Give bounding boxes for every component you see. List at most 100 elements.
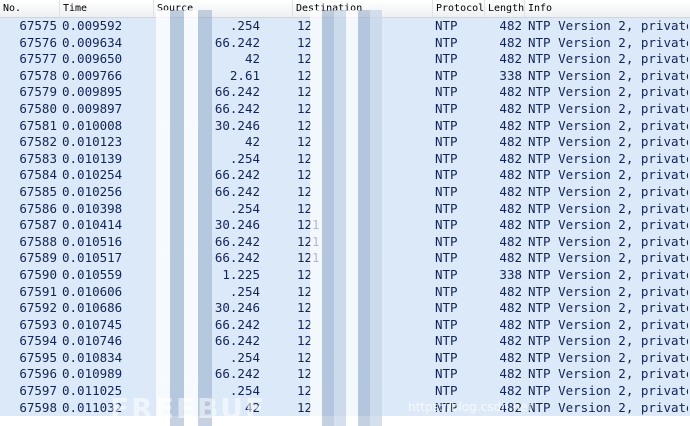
packet-number: 67580 bbox=[19, 100, 57, 116]
packet-time: 0.009634 bbox=[62, 34, 123, 50]
packet-protocol: NTP bbox=[435, 266, 458, 282]
packet-row[interactable]: 67583 0.010139 .254 12 NTP 482 NTP Version 2, … bbox=[0, 150, 690, 168]
packet-protocol: NTP bbox=[435, 300, 458, 316]
packet-time: 0.009895 bbox=[62, 84, 123, 100]
packet-info: NTP Version 2, private bbox=[528, 100, 688, 116]
packet-protocol: NTP bbox=[435, 134, 458, 150]
packet-destination: 12 bbox=[297, 100, 313, 116]
packet-number: 67594 bbox=[19, 333, 57, 349]
packet-time: 0.010606 bbox=[62, 283, 123, 299]
packet-destination: 12 bbox=[297, 333, 313, 349]
packet-row[interactable]: 67581 0.010008 30.246 12 NTP 482 NTP Version 2… bbox=[0, 117, 690, 135]
column-header-protocol[interactable]: Protocol bbox=[433, 0, 485, 17]
packet-row[interactable]: 67575 0.009592 .254 12 NTP 482 NTP Version 2, … bbox=[0, 18, 690, 35]
column-header-source[interactable]: Source bbox=[154, 0, 293, 17]
packet-destination: 12 bbox=[297, 18, 313, 33]
packet-row[interactable]: 67576 0.009634 66.242 12 NTP 482 NTP Version 2… bbox=[0, 34, 690, 52]
packet-row[interactable]: 67596 0.010989 66.242 12 NTP 482 NTP Version 2… bbox=[0, 366, 690, 384]
packet-info: NTP Version 2, private bbox=[528, 18, 688, 33]
packet-length: 482 bbox=[499, 349, 522, 365]
packet-info: NTP Version 2, private bbox=[528, 300, 688, 316]
packet-destination: 12 bbox=[297, 366, 313, 382]
packet-protocol: NTP bbox=[435, 167, 458, 183]
packet-info: NTP Version 2, private bbox=[528, 117, 688, 133]
packet-time: 0.010517 bbox=[62, 250, 123, 266]
packet-number: 67586 bbox=[19, 200, 57, 216]
packet-row[interactable]: 67587 0.010414 30.246 121 NTP 482 NTP Version … bbox=[0, 217, 690, 234]
packet-row[interactable]: 67588 0.010516 66.242 121 NTP 482 NTP Version … bbox=[0, 233, 690, 251]
packet-time: 0.009897 bbox=[62, 100, 123, 116]
packet-list-header: No. Time Source Destination Protocol Len… bbox=[0, 0, 690, 18]
packet-length: 482 bbox=[499, 366, 522, 382]
packet-destination: 12 bbox=[297, 283, 313, 299]
packet-protocol: NTP bbox=[435, 250, 458, 266]
packet-length: 338 bbox=[499, 67, 522, 83]
packet-info: NTP Version 2, private bbox=[528, 366, 688, 382]
packet-row[interactable]: 67582 0.010123 42 12 NTP 482 NTP Version 2, pr… bbox=[0, 134, 690, 151]
packet-source: 66.242 bbox=[214, 366, 260, 382]
packet-destination: 121 bbox=[297, 250, 320, 266]
packet-source: .254 bbox=[229, 150, 260, 166]
column-header-destination[interactable]: Destination bbox=[293, 0, 433, 17]
packet-row[interactable]: 67584 0.010254 66.242 12 NTP 482 NTP Version 2… bbox=[0, 167, 690, 184]
packet-number: 67576 bbox=[19, 34, 57, 50]
packet-row[interactable]: 67593 0.010745 66.242 12 NTP 482 NTP Version 2… bbox=[0, 316, 690, 334]
packet-time: 0.010256 bbox=[62, 183, 123, 199]
column-header-time[interactable]: Time bbox=[60, 0, 154, 17]
packet-source: 42 bbox=[244, 51, 260, 67]
packet-row[interactable]: 67595 0.010834 .254 12 NTP 482 NTP Version 2, … bbox=[0, 349, 690, 367]
packet-protocol: NTP bbox=[435, 283, 458, 299]
column-header-info[interactable]: Info bbox=[525, 0, 690, 17]
packet-time: 0.010008 bbox=[62, 117, 123, 133]
freebuf-watermark-logo: FREEBUF bbox=[110, 392, 267, 425]
packet-row[interactable]: 67594 0.010746 66.242 12 NTP 482 NTP Version 2… bbox=[0, 333, 690, 350]
packet-row[interactable]: 67585 0.010256 66.242 12 NTP 482 NTP Version 2… bbox=[0, 183, 690, 201]
packet-destination: 12 bbox=[297, 300, 313, 316]
packet-info: NTP Version 2, private bbox=[528, 283, 688, 299]
packet-number: 67581 bbox=[19, 117, 57, 133]
packet-source: 66.242 bbox=[214, 34, 260, 50]
packet-info: NTP Version 2, private bbox=[528, 200, 688, 216]
packet-length: 482 bbox=[499, 383, 522, 399]
packet-length: 482 bbox=[499, 100, 522, 116]
packet-source: 42 bbox=[244, 134, 260, 150]
column-header-no[interactable]: No. bbox=[0, 0, 60, 17]
packet-destination: 12 bbox=[297, 67, 313, 83]
packet-length: 482 bbox=[499, 18, 522, 33]
packet-row[interactable]: 67598 0.011032 42 12 NTP 482 NTP Version 2, pr… bbox=[0, 399, 690, 417]
packet-destination: 12 bbox=[297, 349, 313, 365]
packet-protocol: NTP bbox=[435, 349, 458, 365]
packet-source: 30.246 bbox=[214, 300, 260, 316]
packet-length: 482 bbox=[499, 51, 522, 67]
packet-source: 66.242 bbox=[214, 84, 260, 100]
packet-row[interactable]: 67580 0.009897 66.242 12 NTP 482 NTP Version 2… bbox=[0, 100, 690, 118]
packet-time: 0.009592 bbox=[62, 18, 123, 33]
packet-protocol: NTP bbox=[435, 100, 458, 116]
packet-destination: 12 bbox=[297, 316, 313, 332]
column-header-length[interactable]: Length bbox=[485, 0, 525, 17]
packet-source: 30.246 bbox=[214, 217, 260, 233]
packet-number: 67592 bbox=[19, 300, 57, 316]
packet-length: 482 bbox=[499, 333, 522, 349]
packet-info: NTP Version 2, private bbox=[528, 383, 688, 399]
packet-source: .254 bbox=[229, 349, 260, 365]
packet-destination: 12 bbox=[297, 134, 313, 150]
packet-row[interactable]: 67586 0.010398 .254 12 NTP 482 NTP Version 2, … bbox=[0, 200, 690, 218]
packet-number: 67591 bbox=[19, 283, 57, 299]
packet-row[interactable]: 67578 0.009766 2.61 12 NTP 338 NTP Version 2, … bbox=[0, 67, 690, 85]
packet-destination: 12 bbox=[297, 383, 313, 399]
packet-row[interactable]: 67577 0.009650 42 12 NTP 482 NTP Version 2, pr… bbox=[0, 51, 690, 68]
packet-row[interactable]: 67590 0.010559 1.225 12 NTP 338 NTP Version 2,… bbox=[0, 266, 690, 284]
packet-info: NTP Version 2, private bbox=[528, 67, 688, 83]
packet-list: No. Time Source Destination Protocol Len… bbox=[0, 0, 690, 426]
packet-length: 338 bbox=[499, 266, 522, 282]
packet-time: 0.010686 bbox=[62, 300, 123, 316]
packet-number: 67590 bbox=[19, 266, 57, 282]
packet-row[interactable]: 67579 0.009895 66.242 12 NTP 482 NTP Version 2… bbox=[0, 84, 690, 101]
packet-row[interactable]: 67591 0.010606 .254 12 NTP 482 NTP Version 2, … bbox=[0, 283, 690, 301]
packet-row[interactable]: 67589 0.010517 66.242 121 NTP 482 NTP Version … bbox=[0, 250, 690, 267]
packet-time: 0.010516 bbox=[62, 233, 123, 249]
packet-row[interactable]: 67597 0.011025.254 12 NTP 482 NTP Version 2, … bbox=[0, 383, 690, 400]
packet-row[interactable]: 67592 0.010686 30.246 12 NTP 482 NTP Version 2… bbox=[0, 300, 690, 317]
packet-time: 0.010414 bbox=[62, 217, 123, 233]
